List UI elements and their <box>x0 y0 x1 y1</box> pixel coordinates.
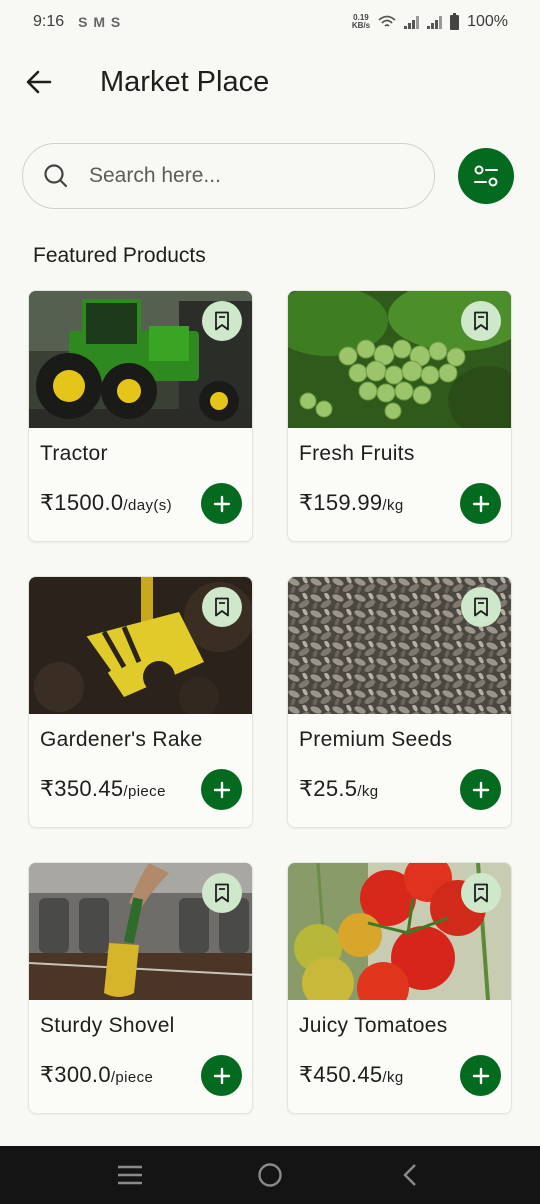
net-speed: 0.19 KB/s <box>351 13 371 30</box>
product-card[interactable]: Tractor ₹1500.0/day(s) <box>28 290 253 542</box>
bookmark-button[interactable] <box>202 587 242 627</box>
section-title: Featured Products <box>33 244 206 267</box>
search-row <box>22 143 514 209</box>
search-icon <box>44 164 68 188</box>
plus-icon <box>472 781 489 798</box>
product-card[interactable]: Premium Seeds ₹25.5/kg <box>287 576 512 828</box>
arrow-left-icon <box>26 70 52 94</box>
bookmark-button[interactable] <box>202 301 242 341</box>
plus-icon <box>213 781 230 798</box>
bookmark-icon <box>215 597 229 617</box>
filter-icon <box>474 165 498 187</box>
signal-icon <box>404 15 420 29</box>
product-price: ₹350.45/piece <box>40 776 166 801</box>
page-title: Market Place <box>100 65 270 98</box>
product-price: ₹1500.0/day(s) <box>40 490 173 515</box>
battery-percent: 100% <box>467 13 508 30</box>
bookmark-icon <box>474 883 488 903</box>
product-card[interactable]: Gardener's Rake ₹350.45/piece <box>28 576 253 828</box>
product-price: ₹450.45/kg <box>299 1062 404 1087</box>
app-bar: Market Place <box>0 56 540 108</box>
product-card[interactable]: Sturdy Shovel ₹300.0/piece <box>28 862 253 1114</box>
add-to-cart-button[interactable] <box>201 483 242 524</box>
product-card[interactable]: Fresh Fruits ₹159.99/kg <box>287 290 512 542</box>
battery-icon <box>450 12 460 30</box>
plus-icon <box>213 1067 230 1084</box>
home-circle-icon <box>258 1163 282 1187</box>
bookmark-icon <box>474 597 488 617</box>
signal-icon-2 <box>427 15 443 29</box>
bookmark-icon <box>215 311 229 331</box>
status-bar: 9:16 S M S 0.19 KB/s 100% <box>0 0 540 44</box>
wifi-icon <box>378 15 396 27</box>
recents-button[interactable] <box>100 1150 160 1200</box>
bookmark-icon <box>474 311 488 331</box>
bookmark-button[interactable] <box>461 873 501 913</box>
plus-icon <box>472 1067 489 1084</box>
notification-icons: S M S <box>78 14 122 30</box>
product-price: ₹25.5/kg <box>299 776 379 801</box>
system-nav-bar <box>0 1146 540 1204</box>
add-to-cart-button[interactable] <box>460 1055 501 1096</box>
plus-icon <box>472 495 489 512</box>
product-card[interactable]: Juicy Tomatoes ₹450.45/kg <box>287 862 512 1114</box>
bookmark-icon <box>215 883 229 903</box>
product-name: Juicy Tomatoes <box>299 1014 448 1037</box>
bookmark-button[interactable] <box>461 587 501 627</box>
product-name: Fresh Fruits <box>299 442 415 465</box>
add-to-cart-button[interactable] <box>201 1055 242 1096</box>
product-name: Premium Seeds <box>299 728 453 751</box>
bookmark-button[interactable] <box>202 873 242 913</box>
back-button[interactable] <box>13 56 65 108</box>
product-name: Tractor <box>40 442 108 465</box>
menu-icon <box>118 1165 142 1185</box>
filter-button[interactable] <box>458 148 514 204</box>
search-bar[interactable] <box>22 143 435 209</box>
search-input[interactable] <box>89 164 389 188</box>
status-time: 9:16 <box>33 13 65 30</box>
product-price: ₹159.99/kg <box>299 490 404 515</box>
product-price: ₹300.0/piece <box>40 1062 154 1087</box>
product-name: Gardener's Rake <box>40 728 203 751</box>
product-name: Sturdy Shovel <box>40 1014 175 1037</box>
add-to-cart-button[interactable] <box>460 769 501 810</box>
add-to-cart-button[interactable] <box>460 483 501 524</box>
add-to-cart-button[interactable] <box>201 769 242 810</box>
system-back-button[interactable] <box>380 1150 440 1200</box>
bookmark-button[interactable] <box>461 301 501 341</box>
home-button[interactable] <box>240 1150 300 1200</box>
plus-icon <box>213 495 230 512</box>
chevron-left-icon <box>403 1164 416 1186</box>
